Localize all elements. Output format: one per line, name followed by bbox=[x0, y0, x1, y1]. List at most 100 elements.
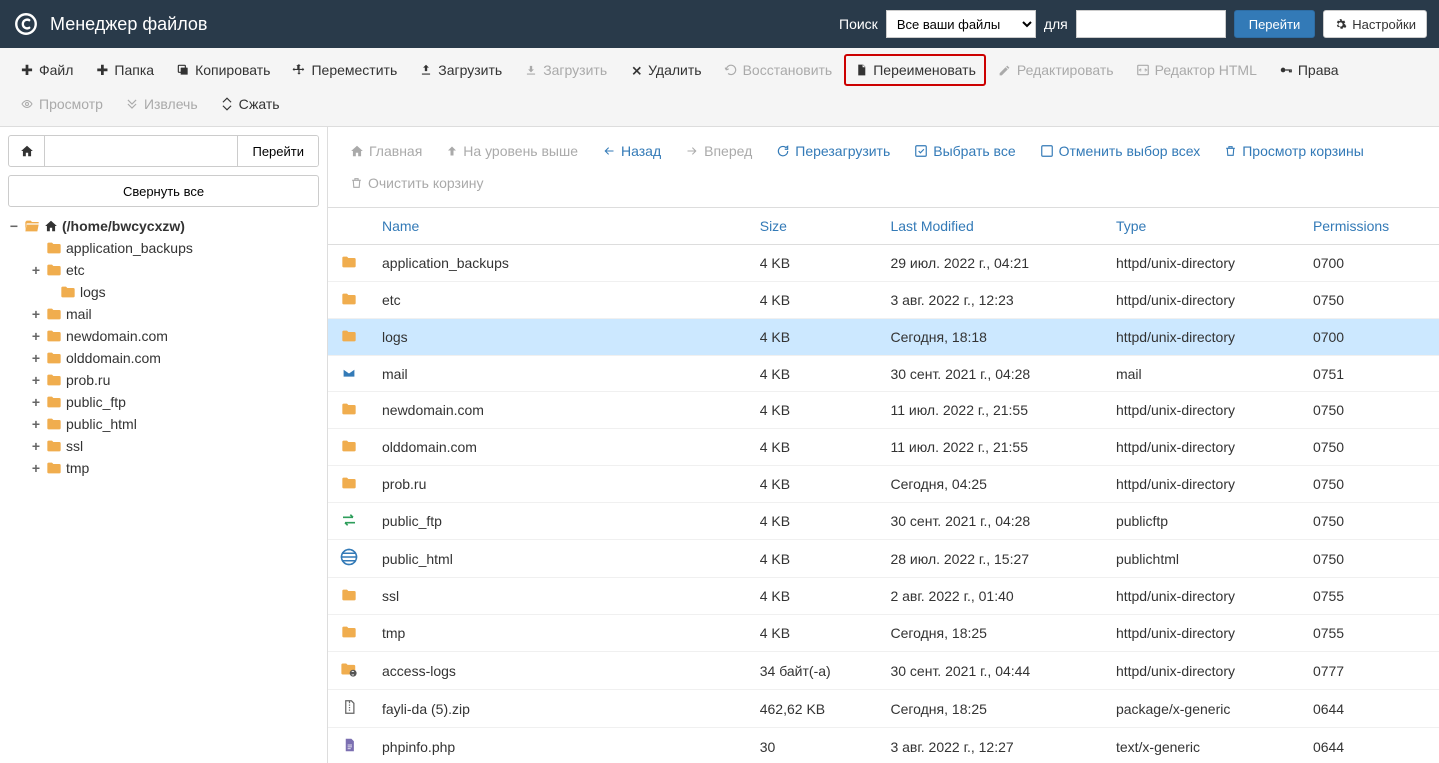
file-modified: 2 авг. 2022 г., 01:40 bbox=[878, 578, 1103, 615]
table-row[interactable]: fayli-da (5).zip 462,62 KB Сегодня, 18:2… bbox=[328, 690, 1439, 728]
file-type: publichtml bbox=[1104, 540, 1301, 578]
table-row[interactable]: newdomain.com 4 KB 11 июл. 2022 г., 21:5… bbox=[328, 392, 1439, 429]
file-permissions: 0750 bbox=[1301, 392, 1439, 429]
select-all-button[interactable]: Выбрать все bbox=[904, 137, 1025, 165]
settings-button[interactable]: Настройки bbox=[1323, 10, 1427, 38]
file-type: httpd/unix-directory bbox=[1104, 652, 1301, 690]
collapse-all-button[interactable]: Свернуть все bbox=[8, 175, 319, 207]
tree-item[interactable]: + tmp bbox=[8, 457, 319, 479]
reload-button[interactable]: Перезагрузить bbox=[766, 137, 900, 165]
expand-icon[interactable]: + bbox=[30, 306, 42, 322]
file-modified: Сегодня, 18:25 bbox=[878, 615, 1103, 652]
collapse-icon[interactable]: − bbox=[8, 218, 20, 234]
col-modified[interactable]: Last Modified bbox=[878, 208, 1103, 245]
folder-icon bbox=[340, 475, 358, 491]
table-row[interactable]: etc 4 KB 3 авг. 2022 г., 12:23 httpd/uni… bbox=[328, 282, 1439, 319]
table-row[interactable]: prob.ru 4 KB Сегодня, 04:25 httpd/unix-d… bbox=[328, 466, 1439, 503]
tree-root[interactable]: − (/home/bwcycxzw) bbox=[8, 215, 319, 237]
tree-item-label: ssl bbox=[66, 438, 83, 454]
tree-item[interactable]: logs bbox=[8, 281, 319, 303]
table-row[interactable]: access-logs 34 байт(-а) 30 сент. 2021 г.… bbox=[328, 652, 1439, 690]
tree-item[interactable]: + olddomain.com bbox=[8, 347, 319, 369]
table-row[interactable]: mail 4 KB 30 сент. 2021 г., 04:28 mail 0… bbox=[328, 356, 1439, 392]
html-editor-button: Редактор HTML bbox=[1126, 54, 1267, 86]
home-button[interactable] bbox=[9, 136, 45, 166]
nav-forward-button[interactable]: Вперед bbox=[675, 137, 762, 165]
tree-item-label: newdomain.com bbox=[66, 328, 168, 344]
search-label: Поиск bbox=[839, 16, 878, 32]
table-row[interactable]: ssl 4 KB 2 авг. 2022 г., 01:40 httpd/uni… bbox=[328, 578, 1439, 615]
expand-icon[interactable]: + bbox=[30, 262, 42, 278]
expand-icon[interactable]: + bbox=[30, 394, 42, 410]
deselect-all-button[interactable]: Отменить выбор всех bbox=[1030, 137, 1211, 165]
uncheck-icon bbox=[1040, 144, 1054, 158]
nav-home-button[interactable]: Главная bbox=[340, 137, 432, 165]
new-file-button[interactable]: ✚Файл bbox=[10, 54, 83, 86]
file-name: fayli-da (5).zip bbox=[370, 690, 748, 728]
file-modified: Сегодня, 04:25 bbox=[878, 466, 1103, 503]
search-go-button[interactable]: Перейти bbox=[1234, 10, 1316, 38]
home-icon bbox=[44, 219, 58, 233]
expand-icon[interactable]: + bbox=[30, 372, 42, 388]
expand-icon[interactable]: + bbox=[30, 416, 42, 432]
table-row[interactable]: logs 4 KB Сегодня, 18:18 httpd/unix-dire… bbox=[328, 319, 1439, 356]
file-size: 4 KB bbox=[748, 282, 879, 319]
view-trash-button[interactable]: Просмотр корзины bbox=[1214, 137, 1374, 165]
tree-item[interactable]: application_backups bbox=[8, 237, 319, 259]
new-folder-button[interactable]: ✚Папка bbox=[85, 54, 164, 86]
compress-button[interactable]: Сжать bbox=[210, 88, 290, 120]
tree-item-label: public_html bbox=[66, 416, 137, 432]
tree-item[interactable]: + mail bbox=[8, 303, 319, 325]
expand-icon[interactable]: + bbox=[30, 438, 42, 454]
file-type: httpd/unix-directory bbox=[1104, 392, 1301, 429]
restore-button: Восстановить bbox=[714, 54, 843, 86]
sidebar: Перейти Свернуть все − (/home/bwcycxzw) … bbox=[0, 127, 328, 763]
tree-item[interactable]: + newdomain.com bbox=[8, 325, 319, 347]
edit-button: Редактировать bbox=[988, 54, 1124, 86]
table-row[interactable]: phpinfo.php 30 3 авг. 2022 г., 12:27 tex… bbox=[328, 728, 1439, 763]
upload-button[interactable]: Загрузить bbox=[409, 54, 512, 86]
search-input[interactable] bbox=[1076, 10, 1226, 38]
table-row[interactable]: public_html 4 KB 28 июл. 2022 г., 15:27 … bbox=[328, 540, 1439, 578]
tree-item[interactable]: + public_ftp bbox=[8, 391, 319, 413]
tree-item[interactable]: + prob.ru bbox=[8, 369, 319, 391]
ftp-icon bbox=[340, 512, 358, 528]
expand-icon[interactable]: + bbox=[30, 460, 42, 476]
path-input[interactable] bbox=[45, 136, 237, 166]
file-modified: 29 июл. 2022 г., 04:21 bbox=[878, 245, 1103, 282]
table-row[interactable]: olddomain.com 4 KB 11 июл. 2022 г., 21:5… bbox=[328, 429, 1439, 466]
tree-item[interactable]: + ssl bbox=[8, 435, 319, 457]
nav-up-button[interactable]: На уровень выше bbox=[436, 137, 588, 165]
expand-icon[interactable]: + bbox=[30, 328, 42, 344]
col-name[interactable]: Name bbox=[370, 208, 748, 245]
permissions-button[interactable]: Права bbox=[1269, 54, 1349, 86]
zip-icon bbox=[342, 698, 357, 716]
path-go-button[interactable]: Перейти bbox=[237, 136, 318, 166]
tree-item[interactable]: + etc bbox=[8, 259, 319, 281]
file-name: mail bbox=[370, 356, 748, 392]
table-row[interactable]: tmp 4 KB Сегодня, 18:25 httpd/unix-direc… bbox=[328, 615, 1439, 652]
table-row[interactable]: application_backups 4 KB 29 июл. 2022 г.… bbox=[328, 245, 1439, 282]
action-bar: Главная На уровень выше Назад Вперед Пер… bbox=[328, 127, 1439, 208]
nav-back-button[interactable]: Назад bbox=[592, 137, 671, 165]
rename-button[interactable]: Переименовать bbox=[844, 54, 986, 86]
copy-button[interactable]: Копировать bbox=[166, 54, 280, 86]
folder-link-icon bbox=[340, 660, 358, 678]
tree-item[interactable]: + public_html bbox=[8, 413, 319, 435]
file-permissions: 0755 bbox=[1301, 578, 1439, 615]
file-modified: 3 авг. 2022 г., 12:23 bbox=[878, 282, 1103, 319]
file-name: application_backups bbox=[370, 245, 748, 282]
delete-button[interactable]: Удалить bbox=[619, 54, 711, 86]
move-button[interactable]: Переместить bbox=[282, 54, 407, 86]
search-scope-select[interactable]: Все ваши файлы bbox=[886, 10, 1036, 38]
col-permissions[interactable]: Permissions bbox=[1301, 208, 1439, 245]
file-table: Name Size Last Modified Type Permissions… bbox=[328, 208, 1439, 763]
col-type[interactable]: Type bbox=[1104, 208, 1301, 245]
file-type: httpd/unix-directory bbox=[1104, 429, 1301, 466]
file-size: 4 KB bbox=[748, 356, 879, 392]
expand-icon[interactable]: + bbox=[30, 350, 42, 366]
file-size: 4 KB bbox=[748, 466, 879, 503]
table-row[interactable]: public_ftp 4 KB 30 сент. 2021 г., 04:28 … bbox=[328, 503, 1439, 540]
col-size[interactable]: Size bbox=[748, 208, 879, 245]
empty-trash-button[interactable]: Очистить корзину bbox=[340, 169, 494, 197]
